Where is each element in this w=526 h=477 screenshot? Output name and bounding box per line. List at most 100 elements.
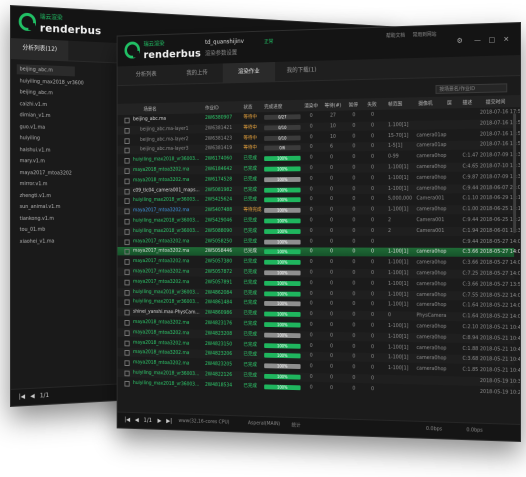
row-scene-name: shinei_yanshi.max-PhysCam... bbox=[133, 309, 200, 316]
tab-render-jobs[interactable]: 渲染作业 bbox=[222, 61, 276, 83]
row-c3: 0 bbox=[352, 280, 356, 287]
row-checkbox[interactable] bbox=[124, 239, 130, 245]
table-row[interactable]: huiyiling_max2018_vr36003... 2W5429046 已完成… bbox=[118, 216, 521, 225]
row-checkbox[interactable] bbox=[124, 137, 130, 144]
top-link-settings[interactable]: 渲染参数设置 bbox=[205, 48, 237, 58]
row-checkbox[interactable] bbox=[124, 148, 130, 154]
table-row[interactable]: huiyiling_max2018_vr36003... 2W5425624 已完成… bbox=[118, 194, 521, 205]
row-desc: C:1.88 bbox=[462, 345, 479, 352]
first-page-icon[interactable]: |◀ bbox=[124, 416, 130, 423]
back-list-item[interactable]: tou_01.mb bbox=[17, 225, 75, 235]
back-first-page-icon[interactable]: |◀ bbox=[19, 393, 25, 400]
row-checkbox[interactable] bbox=[124, 168, 130, 174]
row-checkbox[interactable] bbox=[124, 249, 130, 255]
row-c1: 0 bbox=[309, 217, 313, 224]
table-row[interactable]: maya2017_mtoa3202.ma 2W5407488 等待完成 0 0 0 0 1-1… bbox=[117, 205, 521, 216]
row-status: 已完成 bbox=[243, 351, 257, 358]
row-checkbox[interactable] bbox=[124, 228, 130, 235]
table-row[interactable]: huiyiling_max2018_vr36003... 2W5088090 已完成… bbox=[117, 226, 521, 236]
back-list-item[interactable]: dimian_v1.m bbox=[17, 110, 75, 121]
back-list-item[interactable]: tiankong.v1.m bbox=[17, 213, 75, 223]
row-checkbox[interactable] bbox=[124, 127, 130, 134]
back-list-item[interactable]: guo.v1.ma bbox=[17, 122, 75, 133]
back-list-item[interactable]: caizhi.v1.m bbox=[17, 99, 75, 111]
back-prev-page-icon[interactable]: ◀ bbox=[30, 393, 34, 400]
back-list-item[interactable]: maya2017_mtoa3202 bbox=[17, 168, 75, 178]
col-failed[interactable]: 失败 bbox=[367, 101, 376, 108]
back-list-item[interactable]: huiyiling_max2018_vr3600 bbox=[17, 76, 84, 88]
row-checkbox[interactable] bbox=[124, 360, 130, 367]
last-page-icon[interactable]: ▶| bbox=[166, 418, 172, 425]
row-checkbox[interactable] bbox=[124, 380, 130, 387]
tab-analysis[interactable]: 分析列表 bbox=[121, 65, 171, 85]
back-list-item[interactable]: zhengti.v1.m bbox=[17, 191, 75, 201]
row-checkbox[interactable] bbox=[124, 188, 130, 195]
help-link[interactable]: 帮助文档 bbox=[386, 32, 405, 39]
row-checkbox[interactable] bbox=[124, 289, 130, 296]
back-list-item[interactable]: sun_animal.v1.m bbox=[17, 202, 75, 212]
tab-download[interactable]: 我的下载(1) bbox=[275, 60, 328, 81]
row-id: 2W5057872 bbox=[204, 269, 233, 275]
table-row[interactable]: maya2017_mtoa3202.ma 2W5058446 已完成 0 0 0 0 1-10… bbox=[117, 247, 521, 258]
row-c3: 0 bbox=[352, 164, 356, 171]
col-jobid[interactable]: 作业ID bbox=[205, 104, 219, 111]
col-frames[interactable]: 帧范围 bbox=[388, 101, 402, 108]
row-status: 等待中 bbox=[243, 145, 257, 152]
tab-upload[interactable]: 我的上传 bbox=[171, 63, 222, 83]
back-tab-analysis[interactable]: 分析列表(12) bbox=[10, 38, 69, 61]
back-list-item[interactable]: mary.v1.m bbox=[17, 156, 75, 167]
col-status[interactable]: 状态 bbox=[243, 104, 252, 111]
row-progress-bar: 100% bbox=[264, 155, 301, 162]
col-rendering[interactable]: 渲染中 bbox=[304, 102, 318, 109]
row-checkbox[interactable] bbox=[124, 340, 130, 346]
row-checkbox[interactable] bbox=[124, 330, 130, 336]
row-checkbox[interactable] bbox=[124, 279, 130, 286]
row-checkbox[interactable] bbox=[124, 178, 130, 185]
row-checkbox[interactable] bbox=[124, 117, 130, 124]
row-checkbox[interactable] bbox=[124, 269, 130, 276]
table-row[interactable]: maya2017_mtoa3202.ma 2W5057380 已完成 0 0 0 0 1-10… bbox=[118, 257, 521, 268]
col-waiting[interactable]: 等待(#) bbox=[325, 102, 342, 109]
back-list-item[interactable]: mirror.v1.m bbox=[17, 179, 75, 189]
col-scene[interactable]: 场景名 bbox=[144, 106, 157, 113]
back-list-item[interactable]: haishui.v1.m bbox=[17, 145, 75, 156]
row-checkbox[interactable] bbox=[124, 299, 130, 306]
row-c2: 0 bbox=[330, 322, 334, 329]
back-list-item[interactable]: huiyiling bbox=[17, 133, 75, 144]
row-checkbox[interactable] bbox=[124, 309, 130, 316]
filter-select[interactable]: 统计 bbox=[291, 422, 300, 429]
row-checkbox[interactable] bbox=[124, 259, 130, 265]
row-id: 2W6381421 bbox=[204, 124, 233, 132]
col-progress[interactable]: 完成进度 bbox=[264, 103, 282, 110]
col-layer[interactable]: 层 bbox=[447, 99, 452, 106]
row-checkbox[interactable] bbox=[124, 370, 130, 377]
back-list-item[interactable]: beijing_abc.m bbox=[17, 87, 75, 99]
row-checkbox[interactable] bbox=[124, 350, 130, 357]
row-checkbox[interactable] bbox=[124, 198, 130, 205]
minimize-icon[interactable]: — bbox=[474, 36, 481, 44]
col-time[interactable]: 提交时间 bbox=[486, 98, 506, 105]
next-page-icon[interactable]: ▶ bbox=[157, 418, 161, 425]
row-checkbox[interactable] bbox=[124, 218, 130, 225]
site-link[interactable]: 常用到网站 bbox=[413, 31, 437, 39]
back-list-item[interactable]: xiaohei_v1.ma bbox=[17, 236, 75, 246]
back-list-item[interactable]: beijing_abc.m bbox=[16, 64, 75, 77]
row-checkbox[interactable] bbox=[124, 208, 130, 215]
search-input[interactable]: 按场景名/作业ID bbox=[435, 83, 508, 94]
vertical-scrollbar[interactable] bbox=[513, 113, 517, 233]
row-c3: 0 bbox=[352, 354, 356, 360]
col-paused[interactable]: 暂停 bbox=[349, 102, 358, 108]
col-desc[interactable]: 描述 bbox=[462, 99, 472, 106]
row-progress-label: 100% bbox=[277, 166, 288, 172]
col-camera[interactable]: 摄像机 bbox=[418, 100, 432, 107]
table-row[interactable]: maya2017_mtoa3202.ma 2W5058250 已完成 0 0 0 0 C:9.… bbox=[118, 237, 521, 246]
prev-page-icon[interactable]: ◀ bbox=[135, 417, 139, 424]
maximize-icon[interactable]: □ bbox=[489, 36, 495, 44]
row-checkbox[interactable] bbox=[124, 158, 130, 164]
row-scene-name: maya2017_mtoa3202.ma bbox=[133, 248, 190, 255]
username[interactable]: td_quanshijinv bbox=[205, 38, 244, 46]
row-checkbox[interactable] bbox=[124, 320, 130, 326]
close-icon[interactable]: ✕ bbox=[503, 35, 509, 43]
table-row[interactable]: c09_tlc04_camera001_maps... 2W5081982 已完成 0… bbox=[117, 183, 521, 196]
settings-icon[interactable]: ⚙ bbox=[457, 37, 463, 45]
